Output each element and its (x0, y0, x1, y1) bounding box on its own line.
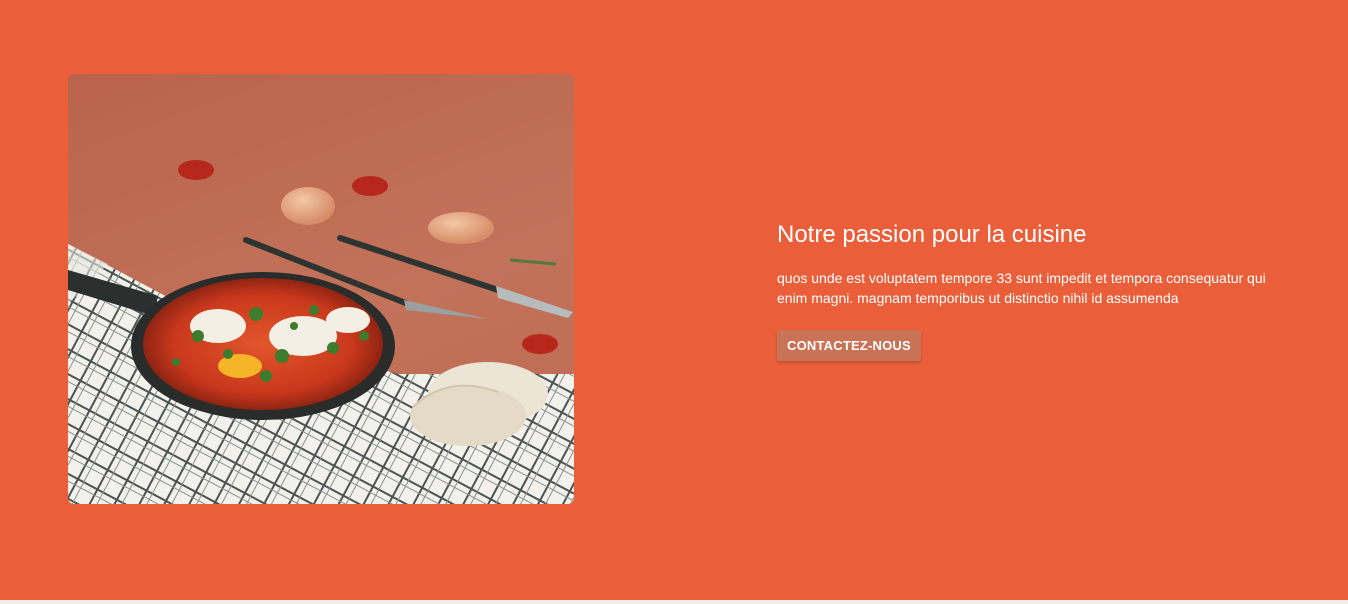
hero-description: quos unde est voluptatem tempore 33 sunt… (777, 270, 1266, 306)
hero-title: Notre passion pour la cuisine (777, 221, 1087, 248)
food-photo (68, 74, 574, 504)
hero-section: Notre passion pour la cuisine quos unde … (0, 0, 1348, 600)
hero-content: Notre passion pour la cuisine quos unde … (777, 220, 1297, 361)
contact-button[interactable]: CONTACTEZ-NOUS (777, 330, 921, 361)
shakshuka-image-icon (68, 160, 574, 504)
